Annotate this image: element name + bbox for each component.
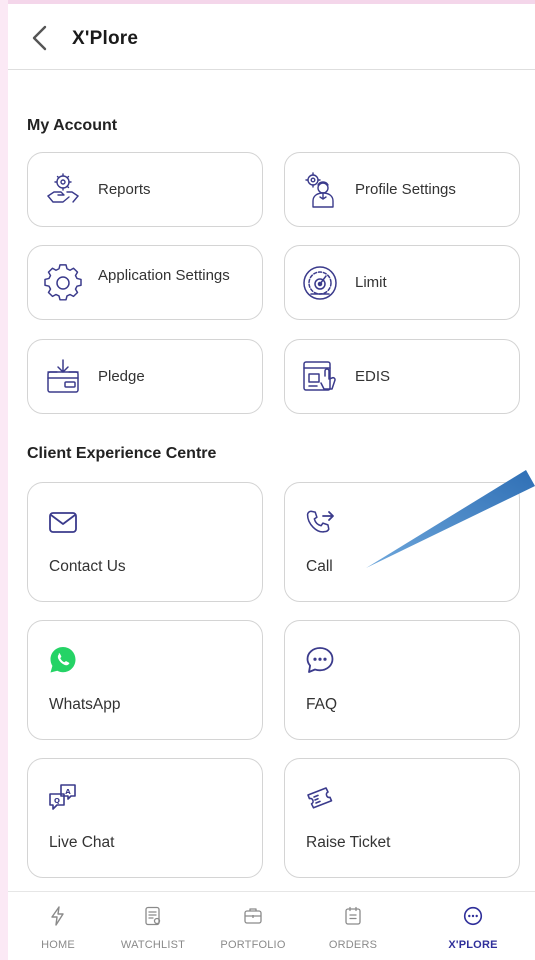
nav-portfolio[interactable]: PORTFOLIO xyxy=(203,892,303,960)
phone-icon xyxy=(306,510,334,533)
live-chat-icon: A Q xyxy=(49,784,76,810)
ticket-icon xyxy=(307,787,333,809)
nav-orders[interactable]: ORDERS xyxy=(303,892,403,960)
raise-ticket-label: Raise Ticket xyxy=(306,834,391,851)
more-icon xyxy=(463,906,483,926)
raise-ticket-card[interactable]: Raise Ticket xyxy=(284,758,520,878)
contact-us-label: Contact Us xyxy=(49,558,126,575)
pledge-label: Pledge xyxy=(98,367,145,385)
gear-icon xyxy=(44,264,82,301)
mail-icon xyxy=(49,512,77,533)
lightning-icon xyxy=(51,906,64,926)
nav-watchlist[interactable]: WATCHLIST xyxy=(103,892,203,960)
orders-icon xyxy=(345,906,361,925)
application-settings-label: Application Settings xyxy=(98,267,230,284)
nav-home-label: HOME xyxy=(41,939,75,951)
profile-settings-card[interactable]: Profile Settings xyxy=(284,152,520,227)
briefcase-icon xyxy=(244,908,262,924)
pledge-card[interactable]: Pledge xyxy=(27,339,263,414)
page-title: X'Plore xyxy=(72,28,139,49)
back-arrow-icon[interactable] xyxy=(28,24,54,52)
contact-us-card[interactable]: Contact Us xyxy=(27,482,263,602)
call-card[interactable]: Call xyxy=(284,482,520,602)
edis-card[interactable]: EDIS xyxy=(284,339,520,414)
client-experience-heading: Client Experience Centre xyxy=(27,445,217,462)
xplore-screen: X'Plore My Account Reports Profile Setti… xyxy=(8,0,535,960)
pledge-icon xyxy=(47,359,79,393)
live-chat-label: Live Chat xyxy=(49,834,115,851)
svg-text:Q: Q xyxy=(54,797,60,805)
whatsapp-icon xyxy=(50,647,76,673)
whatsapp-label: WhatsApp xyxy=(49,696,121,713)
header: X'Plore xyxy=(8,4,535,70)
nav-home[interactable]: HOME xyxy=(8,892,108,960)
nav-orders-label: ORDERS xyxy=(328,939,378,951)
profile-settings-icon xyxy=(305,172,334,208)
faq-label: FAQ xyxy=(306,696,338,713)
application-settings-card[interactable]: Application Settings xyxy=(27,245,263,320)
call-label: Call xyxy=(306,558,333,575)
reports-label: Reports xyxy=(98,180,151,198)
bottom-navigation: HOME WATCHLIST PORTFOLIO ORDERS X'PLORE xyxy=(8,891,535,960)
nav-portfolio-label: PORTFOLIO xyxy=(220,939,286,951)
nav-xplore[interactable]: X'PLORE xyxy=(423,892,523,960)
whatsapp-card[interactable]: WhatsApp xyxy=(27,620,263,740)
chat-bubble-icon xyxy=(306,647,334,673)
edis-icon xyxy=(303,361,336,391)
edis-label: EDIS xyxy=(355,367,391,385)
live-chat-card[interactable]: A Q Live Chat xyxy=(27,758,263,878)
limit-card[interactable]: Limit xyxy=(284,245,520,320)
limit-label: Limit xyxy=(355,273,387,291)
profile-settings-label: Profile Settings xyxy=(355,180,456,198)
reports-card[interactable]: Reports xyxy=(27,152,263,227)
faq-card[interactable]: FAQ xyxy=(284,620,520,740)
watchlist-icon xyxy=(145,906,161,926)
svg-text:A: A xyxy=(65,788,71,796)
nav-xplore-label: X'PLORE xyxy=(448,939,498,951)
limit-gauge-icon xyxy=(303,266,337,300)
nav-watchlist-label: WATCHLIST xyxy=(120,939,186,951)
my-account-heading: My Account xyxy=(27,117,118,134)
reports-icon xyxy=(47,173,79,203)
